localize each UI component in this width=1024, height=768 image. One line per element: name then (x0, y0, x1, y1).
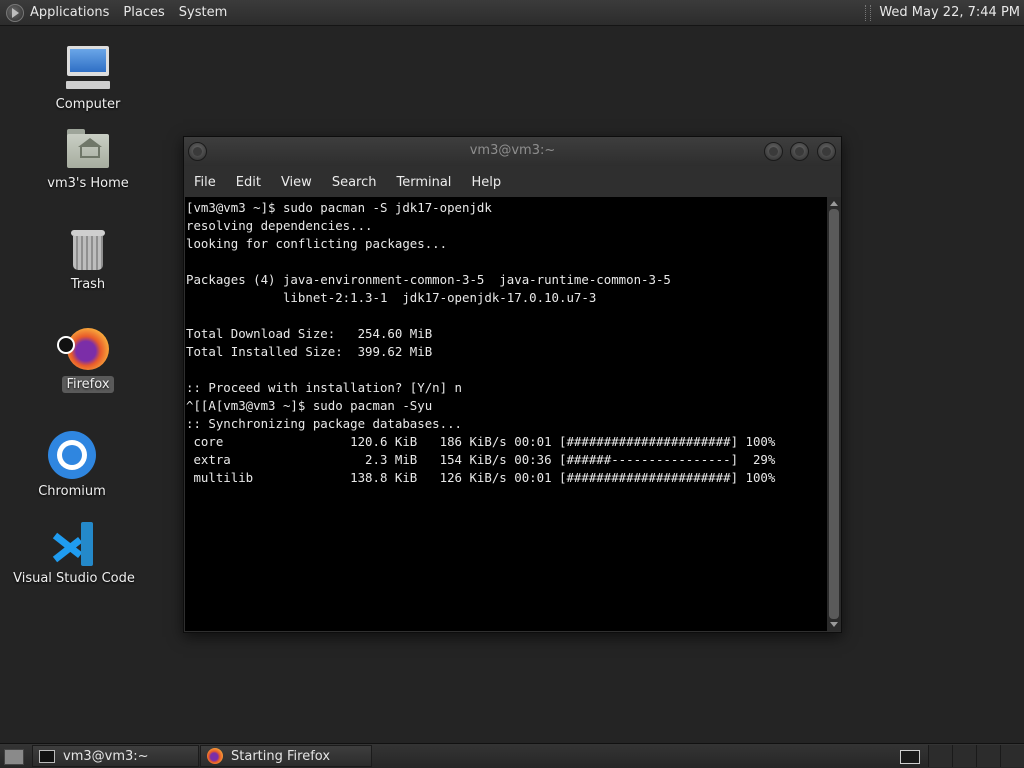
desktop-icon-firefox[interactable]: Firefox (13, 326, 163, 393)
desktop-icon-label: vm3's Home (47, 176, 129, 191)
scroll-down-icon[interactable] (830, 622, 838, 627)
terminal-output: [vm3@vm3 ~]$ sudo pacman -S jdk17-openjd… (186, 200, 776, 485)
bottom-taskbar: vm3@vm3:~ Starting Firefox (0, 743, 1024, 768)
chromium-icon (48, 431, 96, 479)
taskbar-item-firefox[interactable]: Starting Firefox (200, 745, 372, 767)
vscode-icon (51, 522, 97, 566)
scroll-up-icon[interactable] (830, 201, 838, 206)
taskbar-item-terminal[interactable]: vm3@vm3:~ (32, 745, 199, 767)
desktop-icon-label: Trash (70, 277, 106, 292)
workspace-4[interactable] (976, 745, 1001, 767)
terminal-window[interactable]: vm3@vm3:~ File Edit View Search Terminal… (183, 136, 842, 633)
places-menu[interactable]: Places (116, 0, 171, 25)
workspace-2[interactable] (928, 745, 953, 767)
trash-icon (70, 230, 106, 272)
top-panel: Applications Places System Wed May 22, 7… (0, 0, 1024, 26)
desktop-icon-label: Chromium (38, 484, 106, 499)
workspace-3[interactable] (952, 745, 977, 767)
desktop-icon-vscode[interactable]: Visual Studio Code (0, 522, 149, 587)
menu-edit[interactable]: Edit (226, 175, 271, 190)
menu-terminal[interactable]: Terminal (386, 175, 461, 190)
show-desktop-icon[interactable] (4, 748, 24, 765)
taskbar-item-label: vm3@vm3:~ (63, 748, 149, 764)
clock-area: Wed May 22, 7:44 PM (865, 0, 1024, 25)
menu-file[interactable]: File (184, 175, 226, 190)
desktop-icon-home[interactable]: vm3's Home (13, 129, 163, 192)
scrollbar-thumb[interactable] (829, 209, 839, 619)
desktop-icon-computer[interactable]: Computer (13, 46, 163, 113)
applications-menu[interactable]: Applications (0, 0, 116, 25)
distro-logo-icon (6, 3, 24, 22)
system-menu[interactable]: System (172, 0, 234, 25)
maximize-button[interactable] (790, 142, 809, 161)
desktop-icon-chromium[interactable]: Chromium (0, 431, 147, 500)
taskbar-item-label: Starting Firefox (231, 748, 331, 764)
workspace-5[interactable] (1000, 745, 1024, 767)
menu-help[interactable]: Help (461, 175, 511, 190)
panel-separator (865, 4, 872, 21)
desktop-icon-label: Computer (55, 97, 121, 112)
computer-icon (64, 46, 112, 92)
minimize-button[interactable] (764, 142, 783, 161)
desktop: Applications Places System Wed May 22, 7… (0, 0, 1024, 768)
close-button[interactable] (817, 142, 836, 161)
terminal-icon (39, 749, 55, 763)
desktop-icon-label: Visual Studio Code (13, 571, 135, 586)
applications-menu-label: Applications (30, 5, 110, 20)
terminal-title: vm3@vm3:~ (469, 143, 556, 158)
terminal-scrollbar[interactable] (827, 197, 841, 631)
desktop-icon-trash[interactable]: Trash (13, 230, 163, 293)
clock[interactable]: Wed May 22, 7:44 PM (879, 5, 1024, 20)
desktop-icon-label: Firefox (62, 376, 114, 393)
menu-view[interactable]: View (271, 175, 322, 190)
terminal-menubar: File Edit View Search Terminal Help (184, 170, 841, 194)
firefox-icon (207, 748, 223, 764)
firefox-icon (57, 326, 111, 372)
terminal-output-area[interactable]: [vm3@vm3 ~]$ sudo pacman -S jdk17-openjd… (185, 197, 827, 631)
menu-search[interactable]: Search (322, 175, 387, 190)
terminal-titlebar[interactable]: vm3@vm3:~ (184, 137, 841, 166)
home-folder-icon (65, 129, 111, 171)
launching-indicator-icon (57, 336, 75, 354)
workspace-switcher[interactable] (900, 750, 920, 764)
